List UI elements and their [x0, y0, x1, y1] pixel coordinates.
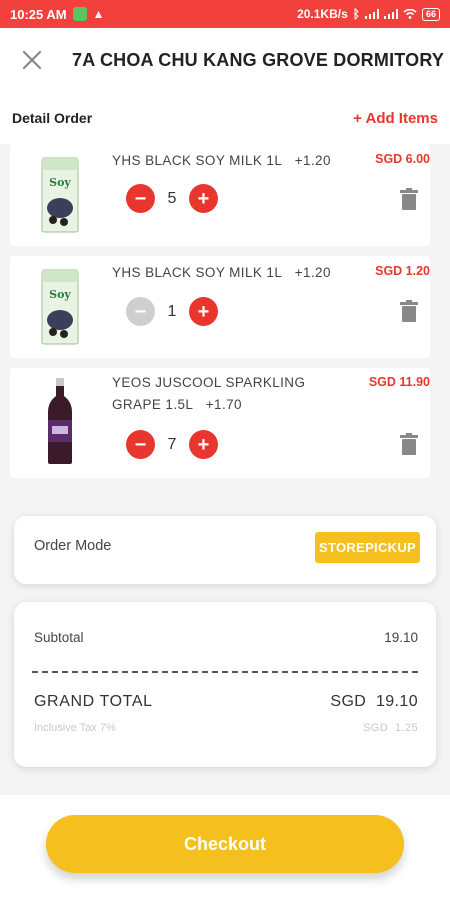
item-price: SGD 11.90 [368, 375, 430, 389]
header: 7A CHOA CHU KANG GROVE DORMITORY [0, 28, 450, 92]
trash-icon [400, 188, 418, 210]
page-title: 7A CHOA CHU KANG GROVE DORMITORY [72, 49, 445, 70]
quantity-stepper: − 1 + [126, 297, 218, 326]
checkout-button[interactable]: Checkout [46, 815, 404, 873]
cart-item: YEOS JUSCOOL SPARKLING GRAPE 1.5L +1.70 … [10, 368, 430, 478]
signal-icon-2 [383, 9, 398, 19]
quantity-stepper: − 7 + [126, 430, 218, 459]
quantity-value: 1 [167, 302, 177, 320]
close-button[interactable] [0, 28, 64, 92]
item-price: SGD 1.20 [375, 264, 430, 278]
product-addon-price: +1.20 [294, 265, 331, 280]
delete-item-button[interactable] [396, 431, 422, 457]
battery-indicator: 66 [421, 7, 440, 21]
trash-icon [400, 300, 418, 322]
bluetooth-icon: ᛒ [352, 7, 360, 21]
divider [32, 671, 418, 673]
product-name: YHS BLACK SOY MILK 1L +1.20 [112, 153, 331, 168]
order-mode-panel: Order Mode STOREPICKUP [14, 516, 436, 584]
decrease-quantity-button[interactable]: − [126, 184, 155, 213]
product-addon-price: +1.20 [294, 153, 331, 168]
decrease-quantity-button[interactable]: − [126, 297, 155, 326]
order-summary-panel: Subtotal 19.10 GRAND TOTAL SGD 19.10 Inc… [14, 602, 436, 767]
increase-quantity-button[interactable]: + [189, 184, 218, 213]
detail-order-label: Detail Order [12, 110, 93, 126]
quantity-value: 5 [167, 189, 177, 207]
quantity-stepper: − 5 + [126, 184, 218, 213]
delete-item-button[interactable] [396, 298, 422, 324]
product-image-soy-milk: Soy [41, 269, 79, 345]
svg-text:Soy: Soy [49, 176, 71, 189]
grand-total-value: SGD 19.10 [330, 693, 418, 710]
item-price: SGD 6.00 [375, 152, 430, 166]
product-image-soy-milk: Soy [41, 157, 79, 233]
increase-quantity-button[interactable]: + [189, 430, 218, 459]
detail-order-row: Detail Order + Add Items [0, 92, 450, 144]
svg-text:Soy: Soy [49, 288, 71, 301]
order-mode-label: Order Mode [34, 538, 112, 554]
status-bar: 10:25 AM ▲ 20.1KB/s ᛒ 66 [0, 0, 450, 28]
network-speed: 20.1KB/s [297, 7, 348, 21]
product-name: YEOS JUSCOOL SPARKLING GRAPE 1.5L +1.70 [112, 375, 306, 412]
footer: Checkout [0, 795, 450, 900]
subtotal-label: Subtotal [34, 630, 84, 645]
product-addon-price: +1.70 [205, 397, 242, 412]
warning-icon: ▲ [92, 7, 105, 21]
cart-item: Soy YHS BLACK SOY MILK 1L +1.20 SGD 1.20… [10, 256, 430, 358]
app-notification-icon [72, 7, 87, 21]
order-mode-badge[interactable]: STOREPICKUP [315, 532, 420, 563]
increase-quantity-button[interactable]: + [189, 297, 218, 326]
trash-icon [400, 433, 418, 455]
decrease-quantity-button[interactable]: − [126, 430, 155, 459]
wifi-icon [403, 9, 417, 19]
close-icon [22, 50, 42, 70]
product-name: YHS BLACK SOY MILK 1L +1.20 [112, 265, 331, 280]
subtotal-value: 19.10 [384, 630, 418, 645]
tax-value: SGD 1.25 [363, 722, 418, 734]
product-image-grape-drink [48, 378, 72, 464]
grand-total-label: GRAND TOTAL [34, 693, 153, 710]
tax-label: Inclusive Tax 7% [34, 722, 116, 734]
quantity-value: 7 [167, 435, 177, 453]
add-items-link[interactable]: + Add Items [353, 110, 438, 127]
delete-item-button[interactable] [396, 186, 422, 212]
signal-icon [364, 9, 379, 19]
cart-item: Soy YHS BLACK SOY MILK 1L +1.20 SGD 6.00… [10, 144, 430, 246]
status-time: 10:25 AM [10, 6, 67, 22]
